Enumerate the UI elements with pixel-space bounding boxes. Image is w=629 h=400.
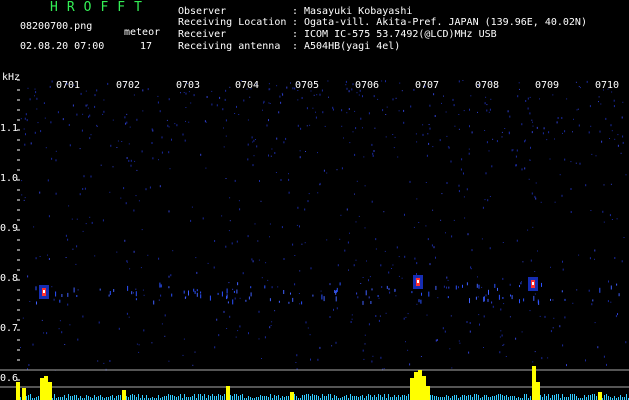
x-tick-label: 0709 [535,80,560,91]
level-bar [44,376,48,400]
meteor-echo-core [43,290,45,293]
x-tick-label: 0703 [176,80,201,91]
level-bar [410,378,414,400]
level-bar [422,376,426,400]
y-tick-label: 0.9 [0,223,19,234]
level-bar [532,366,536,400]
level-bar [426,386,430,400]
x-tick-label: 0708 [475,80,500,91]
spectrogram [0,79,629,400]
y-tick-label: 0.7 [0,323,19,334]
level-bar [536,382,540,400]
x-tick-label: 0704 [235,80,260,91]
x-tick-label: 0705 [295,80,320,91]
level-bar [418,370,422,400]
meteor-echo-core [417,280,419,283]
level-bar [16,382,20,400]
level-bar [122,390,126,400]
x-tick-label: 0707 [415,80,440,91]
x-tick-label: 0702 [116,80,141,91]
y-tick-label: 0.6 [0,373,19,384]
meteor-echo-core [532,282,534,285]
level-bar [226,386,230,400]
level-bar [48,382,52,400]
level-bar [414,372,418,400]
y-tick-label: 1.0 [0,173,19,184]
x-tick-label: 0701 [56,80,81,91]
level-bar [598,392,602,400]
y-tick-label: 0.8 [0,273,19,284]
level-bar [290,392,294,400]
frequency-unit-label: kHz [2,72,21,83]
y-tick-label: 1.1 [0,123,19,134]
noise-field [20,80,627,371]
level-bar [22,388,26,400]
level-bar [40,378,44,400]
x-tick-label: 0706 [355,80,380,91]
x-tick-label: 0710 [595,80,620,91]
